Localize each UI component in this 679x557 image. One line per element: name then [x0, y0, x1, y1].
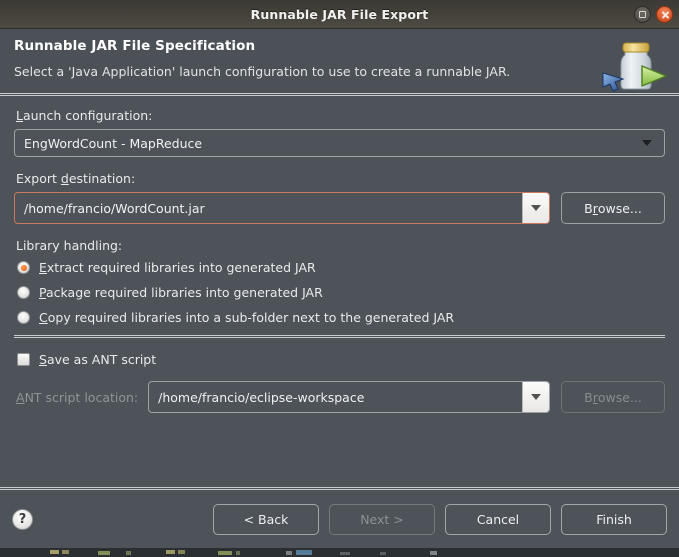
launch-configuration-mnemonic: L — [16, 108, 23, 123]
launch-configuration-label: Launch configuration: — [16, 108, 665, 123]
ant-script-location-input[interactable]: /home/francio/eclipse-workspace — [149, 382, 522, 412]
browse-pre: B — [584, 200, 593, 216]
ant-script-location-dropdown-button[interactable] — [522, 382, 549, 412]
radio-extract-text: xtract required libraries into generated… — [46, 260, 316, 275]
browse-post: owse... — [597, 200, 642, 216]
export-destination-dropdown-button[interactable] — [522, 193, 549, 223]
radio-extract-mnemonic: E — [39, 260, 47, 275]
radio-package-mnemonic: P — [39, 285, 46, 300]
export-destination-mnemonic: d — [60, 171, 69, 186]
export-destination-label: Export destination: — [16, 171, 665, 186]
ant-browse-post: owse... — [597, 389, 642, 405]
radio-copy-libraries[interactable]: Copy required libraries into a sub-folde… — [17, 310, 665, 325]
window-title: Runnable JAR File Export — [250, 6, 429, 22]
background-window-artifacts — [0, 548, 679, 557]
ant-browse-pre: B — [584, 389, 593, 405]
page-title: Runnable JAR File Specification — [14, 38, 256, 54]
close-icon[interactable] — [656, 5, 673, 23]
dialog-body: Launch configuration: EngWordCount - Map… — [0, 96, 679, 487]
ant-script-location-label: ANT script location: — [16, 390, 138, 405]
export-destination-browse-button[interactable]: Br owse... — [561, 192, 665, 224]
launch-configuration-value: EngWordCount - MapReduce — [24, 135, 203, 151]
save-ant-mnemonic: S — [39, 352, 47, 367]
save-as-ant-script-checkbox-row[interactable]: Save as ANT script — [17, 352, 665, 367]
section-separator — [14, 335, 665, 338]
launch-configuration-label-text: aunch configuration: — [22, 108, 153, 123]
back-button[interactable]: < Back — [213, 503, 319, 535]
window-controls — [634, 0, 673, 28]
radio-copy-libraries-label: Copy required libraries into a sub-folde… — [39, 310, 454, 325]
window-titlebar: Runnable JAR File Export — [0, 0, 679, 29]
export-destination-field-wrap[interactable]: /home/francio/WordCount.jar — [14, 192, 550, 224]
save-as-ant-script-label: Save as ANT script — [39, 352, 156, 367]
finish-button[interactable]: Finish — [561, 503, 667, 535]
export-destination-input[interactable]: /home/francio/WordCount.jar — [15, 193, 522, 223]
save-ant-text: ave as ANT script — [46, 352, 157, 367]
radio-extract-libraries[interactable]: Extract required libraries into generate… — [17, 260, 665, 275]
radio-package-text: ackage required libraries into generated… — [45, 285, 323, 300]
radio-package-libraries-label: Package required libraries into generate… — [39, 285, 323, 300]
background-window-strip — [0, 548, 679, 557]
page-description: Select a 'Java Application' launch confi… — [14, 64, 511, 79]
export-destination-label-pre: Export — [16, 171, 61, 186]
maximize-icon[interactable] — [634, 5, 651, 23]
help-icon[interactable]: ? — [12, 508, 33, 530]
dialog-footer: ? < Back Next > Cancel Finish — [0, 490, 679, 548]
launch-configuration-combo[interactable]: EngWordCount - MapReduce — [14, 129, 665, 157]
cancel-button[interactable]: Cancel — [445, 503, 551, 535]
chevron-down-icon — [531, 394, 541, 400]
ant-location-label-text: NT script location: — [24, 389, 139, 405]
radio-icon-unselected[interactable] — [17, 286, 30, 299]
ant-location-mnemonic: A — [16, 389, 25, 405]
chevron-down-icon — [531, 205, 541, 211]
chevron-down-icon[interactable] — [642, 140, 652, 146]
checkbox-icon-unchecked[interactable] — [17, 353, 30, 366]
runnable-jar-export-dialog: Runnable JAR File Export Runnable JAR Fi… — [0, 0, 679, 548]
library-handling-label: Library handling: — [16, 238, 123, 253]
next-button: Next > — [329, 503, 435, 535]
export-destination-label-post: estination: — [68, 171, 136, 186]
radio-package-libraries[interactable]: Package required libraries into generate… — [17, 285, 665, 300]
radio-icon-unselected[interactable] — [17, 311, 30, 324]
dialog-header: Runnable JAR File Specification Select a… — [0, 29, 679, 93]
radio-icon-selected[interactable] — [17, 261, 30, 274]
ant-script-location-browse-button: Br owse... — [561, 381, 665, 413]
ant-script-location-row: ANT script location: /home/francio/eclip… — [14, 381, 665, 413]
ant-script-location-field-wrap[interactable]: /home/francio/eclipse-workspace — [148, 381, 550, 413]
export-destination-row: /home/francio/WordCount.jar Br owse... — [14, 192, 665, 224]
radio-extract-libraries-label: Extract required libraries into generate… — [39, 260, 316, 275]
jar-export-icon — [599, 31, 673, 93]
radio-copy-mnemonic: C — [39, 310, 48, 325]
radio-copy-text: opy required libraries into a sub-folder… — [47, 310, 455, 325]
